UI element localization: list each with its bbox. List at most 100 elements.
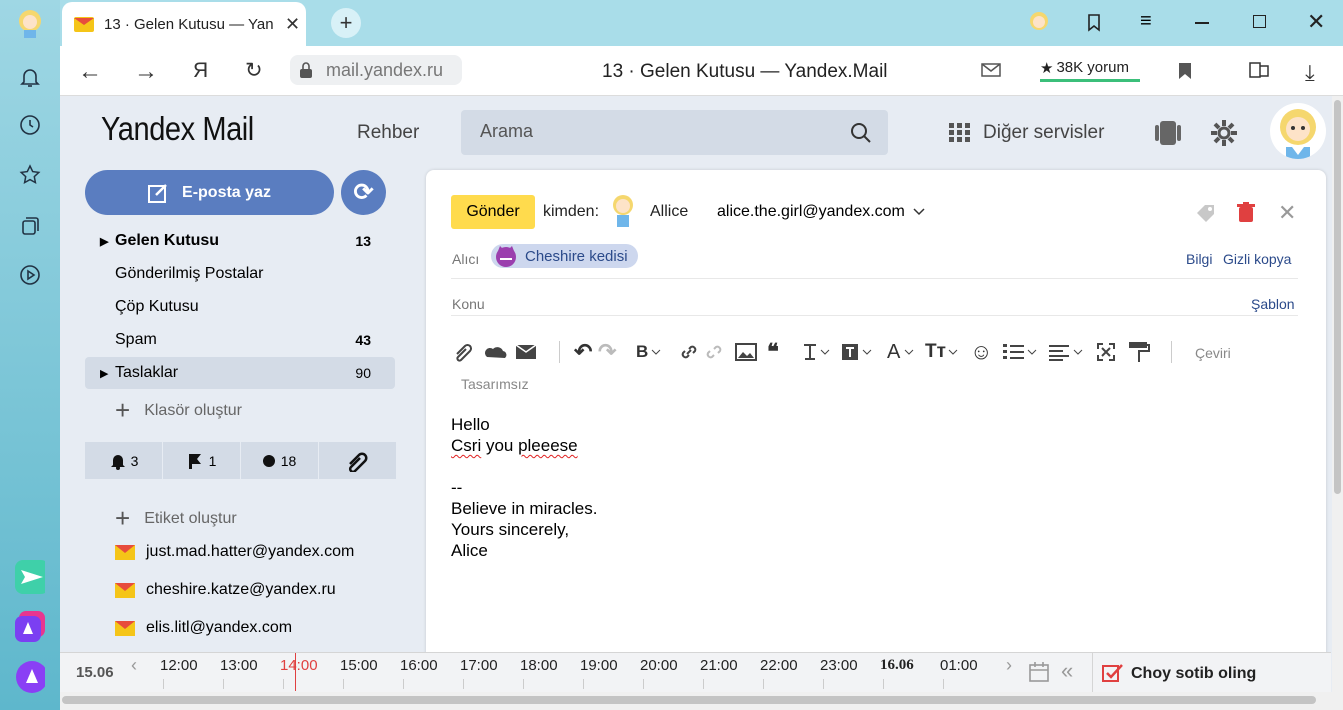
history-clock-icon[interactable] <box>15 110 45 140</box>
timeline-prev-icon[interactable]: ‹ <box>131 655 137 676</box>
format-painter-icon[interactable] <box>1128 340 1150 364</box>
menu-icon[interactable]: ≡ <box>1140 10 1152 33</box>
filter-flagged[interactable]: 1 <box>163 442 241 479</box>
timeline-hour: 15:00 <box>340 657 378 674</box>
unlink-icon[interactable] <box>703 340 725 364</box>
search-icon[interactable] <box>850 122 872 144</box>
search-input[interactable]: Arama <box>461 110 888 155</box>
close-window-icon[interactable]: ✕ <box>1307 9 1325 35</box>
sender-email-select[interactable]: alice.the.girl@yandex.com <box>717 203 925 221</box>
create-label-link[interactable]: + Etiket oluştur <box>115 503 237 534</box>
refresh-button[interactable]: ⟳ <box>341 170 386 215</box>
new-tab-button[interactable]: + <box>331 8 361 38</box>
browser-tab[interactable]: 13 · Gelen Kutusu — Yan ✕ <box>62 2 306 46</box>
close-tab-icon[interactable]: ✕ <box>285 14 300 35</box>
message-body[interactable]: Hello Csri you pleeese -- Believe in mir… <box>451 414 597 561</box>
account-item[interactable]: cheshire.katze@yandex.ru <box>115 581 336 599</box>
search-placeholder: Arama <box>480 121 534 141</box>
collapse-timeline-icon[interactable]: « <box>1061 658 1073 684</box>
filter-reminders[interactable]: 3 <box>85 442 163 479</box>
text-box-icon[interactable] <box>841 340 875 364</box>
compose-button[interactable]: E-posta yaz <box>85 170 334 215</box>
account-item[interactable]: just.mad.hatter@yandex.com <box>115 543 354 561</box>
cloud-attach-icon[interactable] <box>484 340 508 364</box>
fullscreen-icon[interactable] <box>1096 340 1116 364</box>
yandex-home-button[interactable]: Я <box>193 59 208 83</box>
image-icon[interactable] <box>735 340 757 364</box>
star-icon[interactable] <box>15 160 45 190</box>
messenger-icon[interactable] <box>15 560 45 594</box>
timeline-next-icon[interactable]: › <box>1006 655 1012 676</box>
folder-inbox[interactable]: ▶ Gelen Kutusu 13 <box>85 225 395 257</box>
expand-arrow-icon[interactable]: ▶ <box>85 367 115 380</box>
maximize-icon[interactable] <box>1253 15 1266 28</box>
tag-icon[interactable] <box>1195 203 1217 223</box>
collections-icon[interactable] <box>15 211 45 241</box>
link-icon[interactable] <box>678 340 700 364</box>
horizontal-scrollbar[interactable] <box>60 692 1343 710</box>
filter-unread[interactable]: 18 <box>241 442 319 479</box>
minimize-icon[interactable] <box>1195 22 1209 24</box>
send-button[interactable]: Gönder <box>451 195 535 229</box>
forward-icon[interactable]: → <box>134 58 158 86</box>
contacts-link[interactable]: Rehber <box>357 122 419 144</box>
template-link[interactable]: Şablon <box>1251 296 1295 312</box>
account-item[interactable]: elis.litl@yandex.com <box>115 619 292 637</box>
undo-icon[interactable]: ↶ <box>574 339 592 364</box>
redo-icon[interactable]: ↷ <box>598 339 616 364</box>
todo-checkbox-icon[interactable] <box>1102 663 1124 683</box>
profile-avatar-icon[interactable] <box>15 8 45 38</box>
align-icon[interactable] <box>1048 340 1086 364</box>
other-services-link[interactable]: Diğer servisler <box>983 122 1104 144</box>
bold-menu-icon[interactable]: B <box>636 340 661 364</box>
list-icon[interactable] <box>1002 340 1040 364</box>
text-style-icon[interactable] <box>801 340 831 364</box>
play-icon[interactable] <box>15 260 45 290</box>
yandex-mail-logo[interactable]: Yandex Mail <box>101 110 254 148</box>
download-icon[interactable]: ⤓ <box>1305 60 1315 86</box>
apps-grid-icon[interactable] <box>949 123 971 143</box>
profile-mini-icon[interactable] <box>1027 10 1051 36</box>
font-size-icon[interactable]: Tт <box>925 340 960 364</box>
folder-drafts[interactable]: ▶ Taslaklar 90 <box>85 357 395 389</box>
star-filled-icon: ★ <box>1040 59 1054 77</box>
emoji-icon[interactable]: ☺ <box>970 339 992 364</box>
recipient-chip[interactable]: Cheshire kedisi <box>491 244 638 268</box>
folder-sent[interactable]: Gönderilmiş Postalar <box>85 258 395 290</box>
quote-icon[interactable]: ❝ <box>767 339 779 364</box>
theme-toggle-icon[interactable] <box>1155 119 1181 147</box>
subject-input[interactable] <box>500 290 1230 316</box>
filter-attachments[interactable] <box>319 442 396 479</box>
bell-icon[interactable] <box>15 62 45 92</box>
alisa-app-icon[interactable] <box>15 611 45 642</box>
divider <box>451 315 1298 316</box>
folder-trash[interactable]: Çöp Kutusu <box>85 291 395 323</box>
reload-icon[interactable]: ↻ <box>245 58 263 83</box>
folder-label: Taslaklar <box>115 364 179 381</box>
close-compose-icon[interactable]: ✕ <box>1278 200 1296 226</box>
url-field[interactable]: mail.yandex.ru <box>290 55 462 85</box>
reviews-badge[interactable]: ★ 38K yorum <box>1040 56 1140 82</box>
text-color-icon[interactable]: A <box>887 340 916 364</box>
cc-link[interactable]: Bilgi <box>1186 251 1212 267</box>
no-design-button[interactable]: Tasarımsız <box>461 376 529 392</box>
calendar-icon[interactable] <box>1028 661 1050 683</box>
extensions-icon[interactable] <box>1248 60 1270 80</box>
bookmark-icon[interactable] <box>1177 62 1193 80</box>
create-folder-link[interactable]: + Klasör oluştur <box>115 395 242 426</box>
back-icon[interactable]: ← <box>78 58 102 86</box>
translate-button[interactable]: Çeviri <box>1195 345 1231 361</box>
alice-voice-icon[interactable] <box>15 661 45 693</box>
vertical-scrollbar[interactable] <box>1332 96 1343 696</box>
bcc-link[interactable]: Gizli kopya <box>1223 251 1291 267</box>
delete-trash-icon[interactable] <box>1237 202 1255 223</box>
settings-gear-icon[interactable] <box>1210 119 1238 147</box>
todo-task[interactable]: Choy sotib oling <box>1131 665 1256 683</box>
bookmarks-panel-icon[interactable] <box>1083 11 1105 33</box>
attach-icon[interactable] <box>453 340 475 364</box>
folder-spam[interactable]: Spam 43 <box>85 324 395 356</box>
mail-envelope-icon[interactable] <box>981 63 1001 77</box>
attach-mail-icon[interactable] <box>515 340 537 364</box>
user-avatar[interactable] <box>1270 103 1326 159</box>
expand-arrow-icon[interactable]: ▶ <box>85 235 115 248</box>
